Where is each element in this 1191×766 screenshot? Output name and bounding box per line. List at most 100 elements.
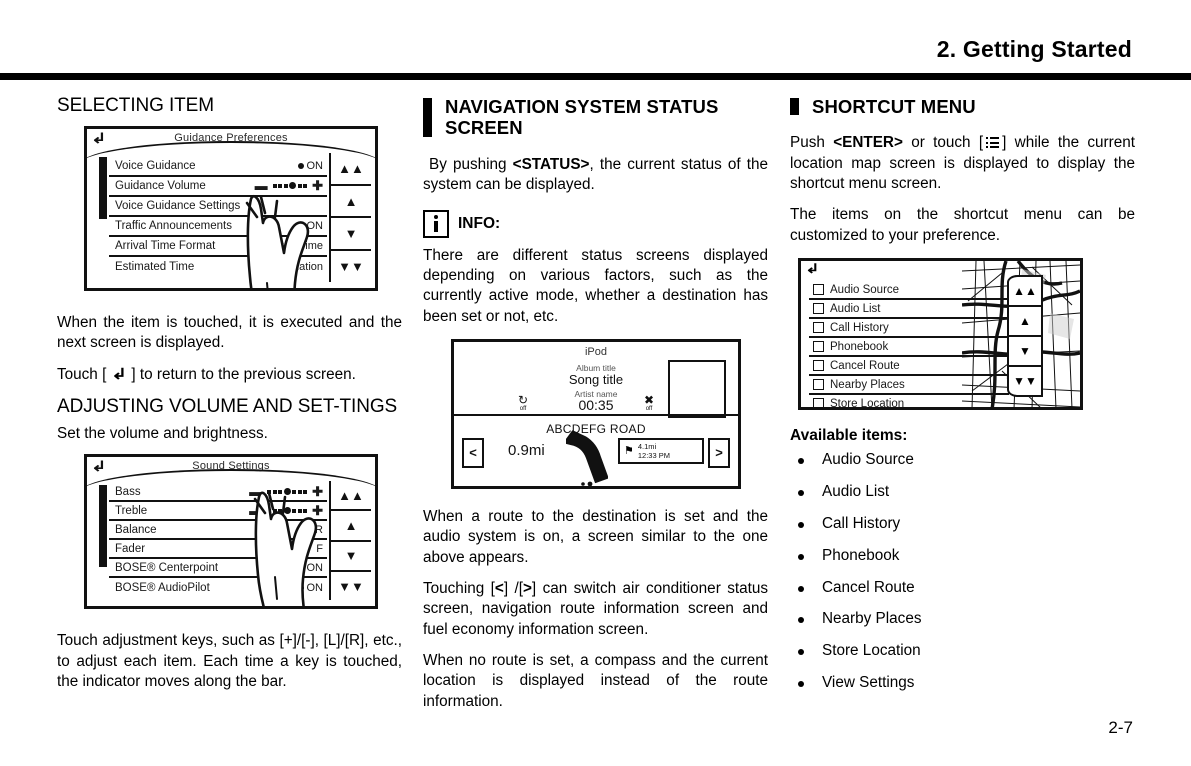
para-status-button: By pushing <STATUS>, the current status … — [423, 155, 768, 196]
scroll-down-icon[interactable]: ▼ — [331, 542, 371, 572]
settings-list: Voice Guidance ON Guidance Volume ▬ ✚ Vo… — [109, 157, 327, 282]
scroll-down-icon[interactable]: ▼ — [331, 218, 371, 252]
row-treble[interactable]: Treble ▬ ✚ — [109, 502, 327, 522]
fader-rear-key[interactable]: R — [272, 543, 280, 555]
prev-screen-button[interactable]: < — [462, 437, 484, 468]
checkbox-icon[interactable] — [813, 284, 824, 296]
checkbox-icon[interactable] — [813, 303, 824, 315]
row-bose-audiopilot[interactable]: BOSE® AudioPilot ON — [109, 578, 327, 597]
row-voice-guidance[interactable]: Voice Guidance ON — [109, 157, 327, 177]
para-customize-items: The items on the shortcut menu can be cu… — [790, 206, 1135, 244]
left-column: SELECTING ITEM ↲ Guidance Preferences Vo… — [57, 95, 402, 692]
row-traffic-announcements[interactable]: Traffic Announcements ON — [109, 217, 327, 237]
minus-icon[interactable]: ▬ — [255, 179, 268, 192]
scroll-top-icon[interactable]: ▲▲ — [331, 481, 371, 512]
header-rule — [0, 73, 1191, 80]
audio-status-panel: iPod Album title Song title Artist name … — [454, 342, 738, 418]
scroll-down-icon[interactable]: ▼ — [1009, 337, 1041, 368]
scroll-up-icon[interactable]: ▲ — [1009, 307, 1041, 338]
volume-slider[interactable]: ▬ ✚ — [255, 179, 323, 192]
scroll-up-icon[interactable]: ▲ — [331, 511, 371, 542]
checkbox-icon[interactable] — [813, 322, 824, 334]
row-value-group: ON — [297, 220, 328, 232]
info-label: INFO: — [458, 214, 501, 232]
scroll-bottom-icon[interactable]: ▼▼ — [331, 572, 371, 600]
shortcut-row-nearby-places[interactable]: Nearby Places — [809, 376, 1009, 396]
back-arrow-icon[interactable]: ↲ — [805, 261, 819, 277]
row-balance[interactable]: Balance L R — [109, 521, 327, 541]
screen-guidance-preferences: ↲ Guidance Preferences Voice Guidance ON… — [84, 125, 378, 291]
balance-left-key[interactable]: L — [273, 524, 279, 536]
audio-source-label: iPod — [584, 345, 608, 358]
scroll-bottom-icon[interactable]: ▼▼ — [331, 251, 371, 282]
row-label: Bass — [115, 485, 141, 498]
shortcut-row-cancel-route[interactable]: Cancel Route — [809, 357, 1009, 377]
arrival-time: 12:33 PM — [637, 450, 670, 460]
available-items-list: Audio Source Audio List Call History Pho… — [790, 451, 1135, 692]
next-screen-button[interactable]: > — [708, 437, 730, 468]
row-estimated-time[interactable]: Estimated Time to Destination — [109, 257, 327, 277]
row-voice-guidance-settings[interactable]: Voice Guidance Settings — [109, 197, 327, 217]
shortcut-row-store-location[interactable]: Store Location — [809, 395, 1009, 410]
scroll-bottom-icon[interactable]: ▼▼ — [1009, 367, 1041, 395]
row-label: Traffic Announcements — [115, 219, 232, 232]
scroll-top-icon[interactable]: ▲▲ — [1009, 277, 1041, 308]
scroll-position-thumb[interactable] — [99, 485, 107, 568]
checkbox-icon[interactable] — [813, 360, 824, 372]
checkbox-icon[interactable] — [813, 341, 824, 353]
minus-icon[interactable]: ▬ — [249, 504, 262, 517]
album-art-placeholder — [668, 359, 726, 418]
list-item: Phonebook — [790, 547, 1135, 565]
status-dot-icon — [297, 584, 304, 591]
destination-flag-icon: ⚑ — [624, 445, 634, 458]
shortcut-row-label: Store Location — [830, 397, 905, 410]
shortcut-row-audio-list[interactable]: Audio List — [809, 300, 1009, 320]
scroll-position-thumb[interactable] — [99, 156, 107, 219]
row-bose-centerpoint[interactable]: BOSE® Centerpoint ON — [109, 559, 327, 579]
screen-sound-settings: ↲ Sound Settings Bass ▬ ✚ Treble ▬ ✚ Bal… — [84, 454, 378, 610]
page-header: 2. Getting Started — [0, 0, 1191, 80]
scroll-up-icon[interactable]: ▲ — [331, 186, 371, 219]
status-dot-icon — [297, 222, 304, 229]
list-item: Cancel Route — [790, 579, 1135, 597]
minus-icon[interactable]: ▬ — [249, 485, 262, 498]
row-fader[interactable]: Fader R F — [109, 540, 327, 560]
row-arrival-time-format[interactable]: Arrival Time Format Estimated Time — [109, 237, 327, 257]
next-key-label: > — [522, 580, 532, 597]
available-items-label: Available items: — [790, 427, 908, 445]
row-label: BOSE® AudioPilot — [115, 581, 210, 594]
scroll-top-icon[interactable]: ▲▲ — [331, 153, 371, 186]
scroll-arrow-column: ▲▲ ▲ ▼ ▼▼ — [1007, 275, 1043, 398]
para-return-post: ] to return to the previous screen. — [131, 365, 356, 383]
fader-front-key[interactable]: F — [316, 543, 323, 555]
slider-track — [272, 182, 308, 190]
plus-icon[interactable]: ✚ — [312, 485, 323, 498]
heading-selecting-item: SELECTING ITEM — [57, 95, 214, 116]
shortcut-row-audio-source[interactable]: Audio Source — [809, 281, 1009, 301]
shortcut-row-call-history[interactable]: Call History — [809, 319, 1009, 339]
info-callout-header: INFO: — [423, 209, 768, 238]
checkbox-icon[interactable] — [813, 379, 824, 391]
row-value-group: ▬ ✚ — [249, 504, 327, 517]
bass-slider[interactable]: ▬ ✚ — [249, 485, 323, 498]
row-value-group: ▬ ✚ — [255, 179, 327, 192]
balance-right-key[interactable]: R — [315, 524, 323, 536]
shortcut-row-phonebook[interactable]: Phonebook — [809, 338, 1009, 358]
row-bass[interactable]: Bass ▬ ✚ — [109, 483, 327, 503]
plus-icon[interactable]: ✚ — [312, 504, 323, 517]
prev-key-label: < — [494, 580, 504, 597]
list-item: Store Location — [790, 642, 1135, 660]
treble-slider[interactable]: ▬ ✚ — [249, 504, 323, 517]
repeat-icon[interactable]: ↻ off — [518, 394, 528, 412]
row-value: ON — [306, 581, 324, 594]
list-item: View Settings — [790, 674, 1135, 692]
slider-track — [267, 507, 308, 515]
para-set-volume: Set the volume and brightness. — [57, 424, 268, 442]
para-push-enter: Push <ENTER> or touch [] while the curre… — [790, 133, 1135, 194]
row-guidance-volume[interactable]: Guidance Volume ▬ ✚ — [109, 177, 327, 197]
checkbox-icon[interactable] — [813, 398, 824, 408]
row-label: Estimated Time — [115, 260, 195, 273]
shuffle-icon[interactable]: ✖ off — [644, 394, 654, 412]
para-touching-switch: Touching [<] /[>] can switch air conditi… — [423, 579, 768, 640]
plus-icon[interactable]: ✚ — [312, 179, 323, 192]
